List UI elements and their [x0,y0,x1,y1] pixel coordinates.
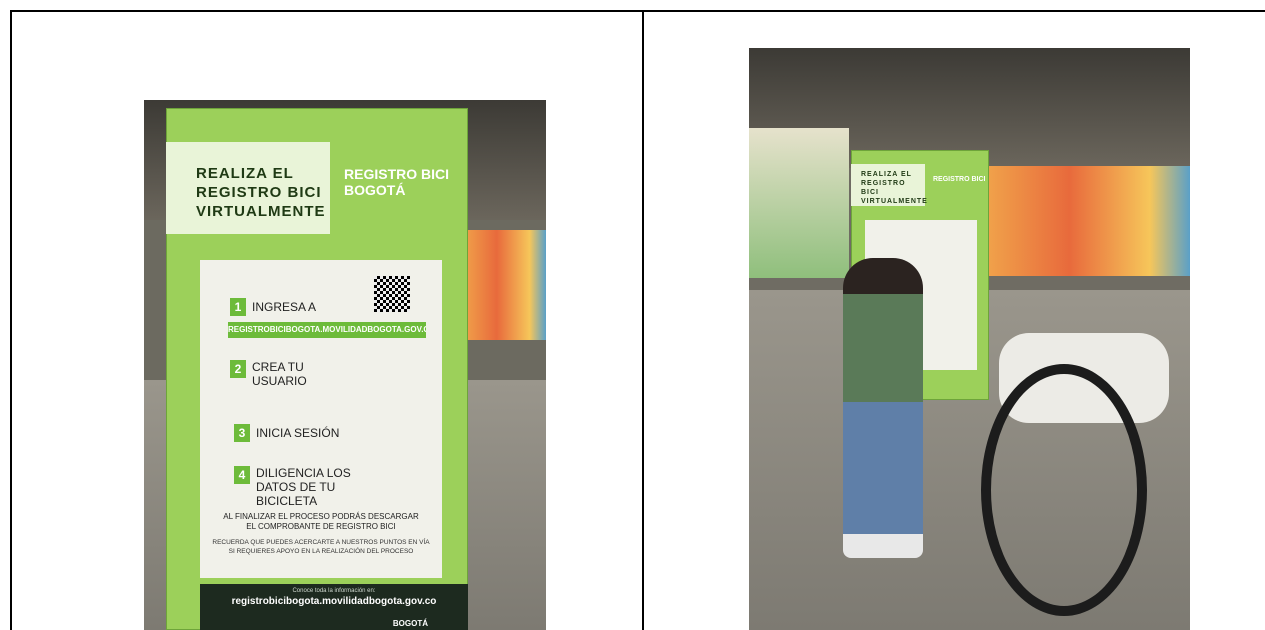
registro-bici-logo: REGISTRO BICI [933,176,986,183]
step-2-number: 2 [230,360,246,378]
wall-mural [464,230,546,340]
steps-panel: 1 INGRESA A REGISTROBICIBOGOTA.MOVILIDADB… [200,260,442,578]
woman-registering [843,258,923,558]
step-1-label: INGRESA A [252,300,317,314]
bogota-brand: BOGOTÁ [392,619,428,628]
left-wall-mural [749,128,849,278]
footer-url: registrobicibogota.movilidadbogota.gov.c… [231,596,437,607]
step-4-label: DILIGENCIA LOS DATOS DE TU BICICLETA [256,466,351,508]
step-4-number: 4 [234,466,250,484]
step-3-label: INICIA SESIÓN [256,426,340,440]
banner-headline: REALIZA EL REGISTRO BICI VIRTUALMENTE [166,142,330,234]
registration-banner: REALIZA EL REGISTRO BICI VIRTUALMENTE RE… [166,108,468,630]
bike-registration-scene-photo: REALIZA EL REGISTRO BICI VIRTUALMENTE RE… [749,48,1190,630]
step-4: 4 DILIGENCIA LOS DATOS DE TU BICICLETA [200,466,442,508]
table-column-divider [642,10,644,630]
step-1-number: 1 [230,298,246,316]
step-3-number: 3 [234,424,250,442]
closing-text: AL FINALIZAR EL PROCESO PODRÁS DESCARGAR… [223,512,419,531]
banner-footer: Conoce toda la información en: registrob… [200,584,468,630]
banner-closeup-photo: REALIZA EL REGISTRO BICI VIRTUALMENTE RE… [144,100,546,630]
reminder-text: RECUERDA QUE PUEDES ACERCARTE A NUESTROS… [212,539,430,555]
step-2-label: CREA TU USUARIO [252,360,307,388]
step-2: 2 CREA TU USUARIO [200,360,442,388]
wall-mural [989,166,1190,276]
registro-bici-logo: REGISTRO BICI BOGOTÁ [344,166,450,198]
footer-caption: Conoce toda la información en: [292,588,376,594]
registration-url: REGISTROBICIBOGOTA.MOVILIDADBOGOTA.GOV.C… [228,322,426,338]
bicycle-wheel [981,364,1147,616]
banner-headline: REALIZA EL REGISTRO BICI VIRTUALMENTE [851,164,927,206]
step-3: 3 INICIA SESIÓN [200,424,442,442]
step-1: 1 INGRESA A [200,298,442,316]
